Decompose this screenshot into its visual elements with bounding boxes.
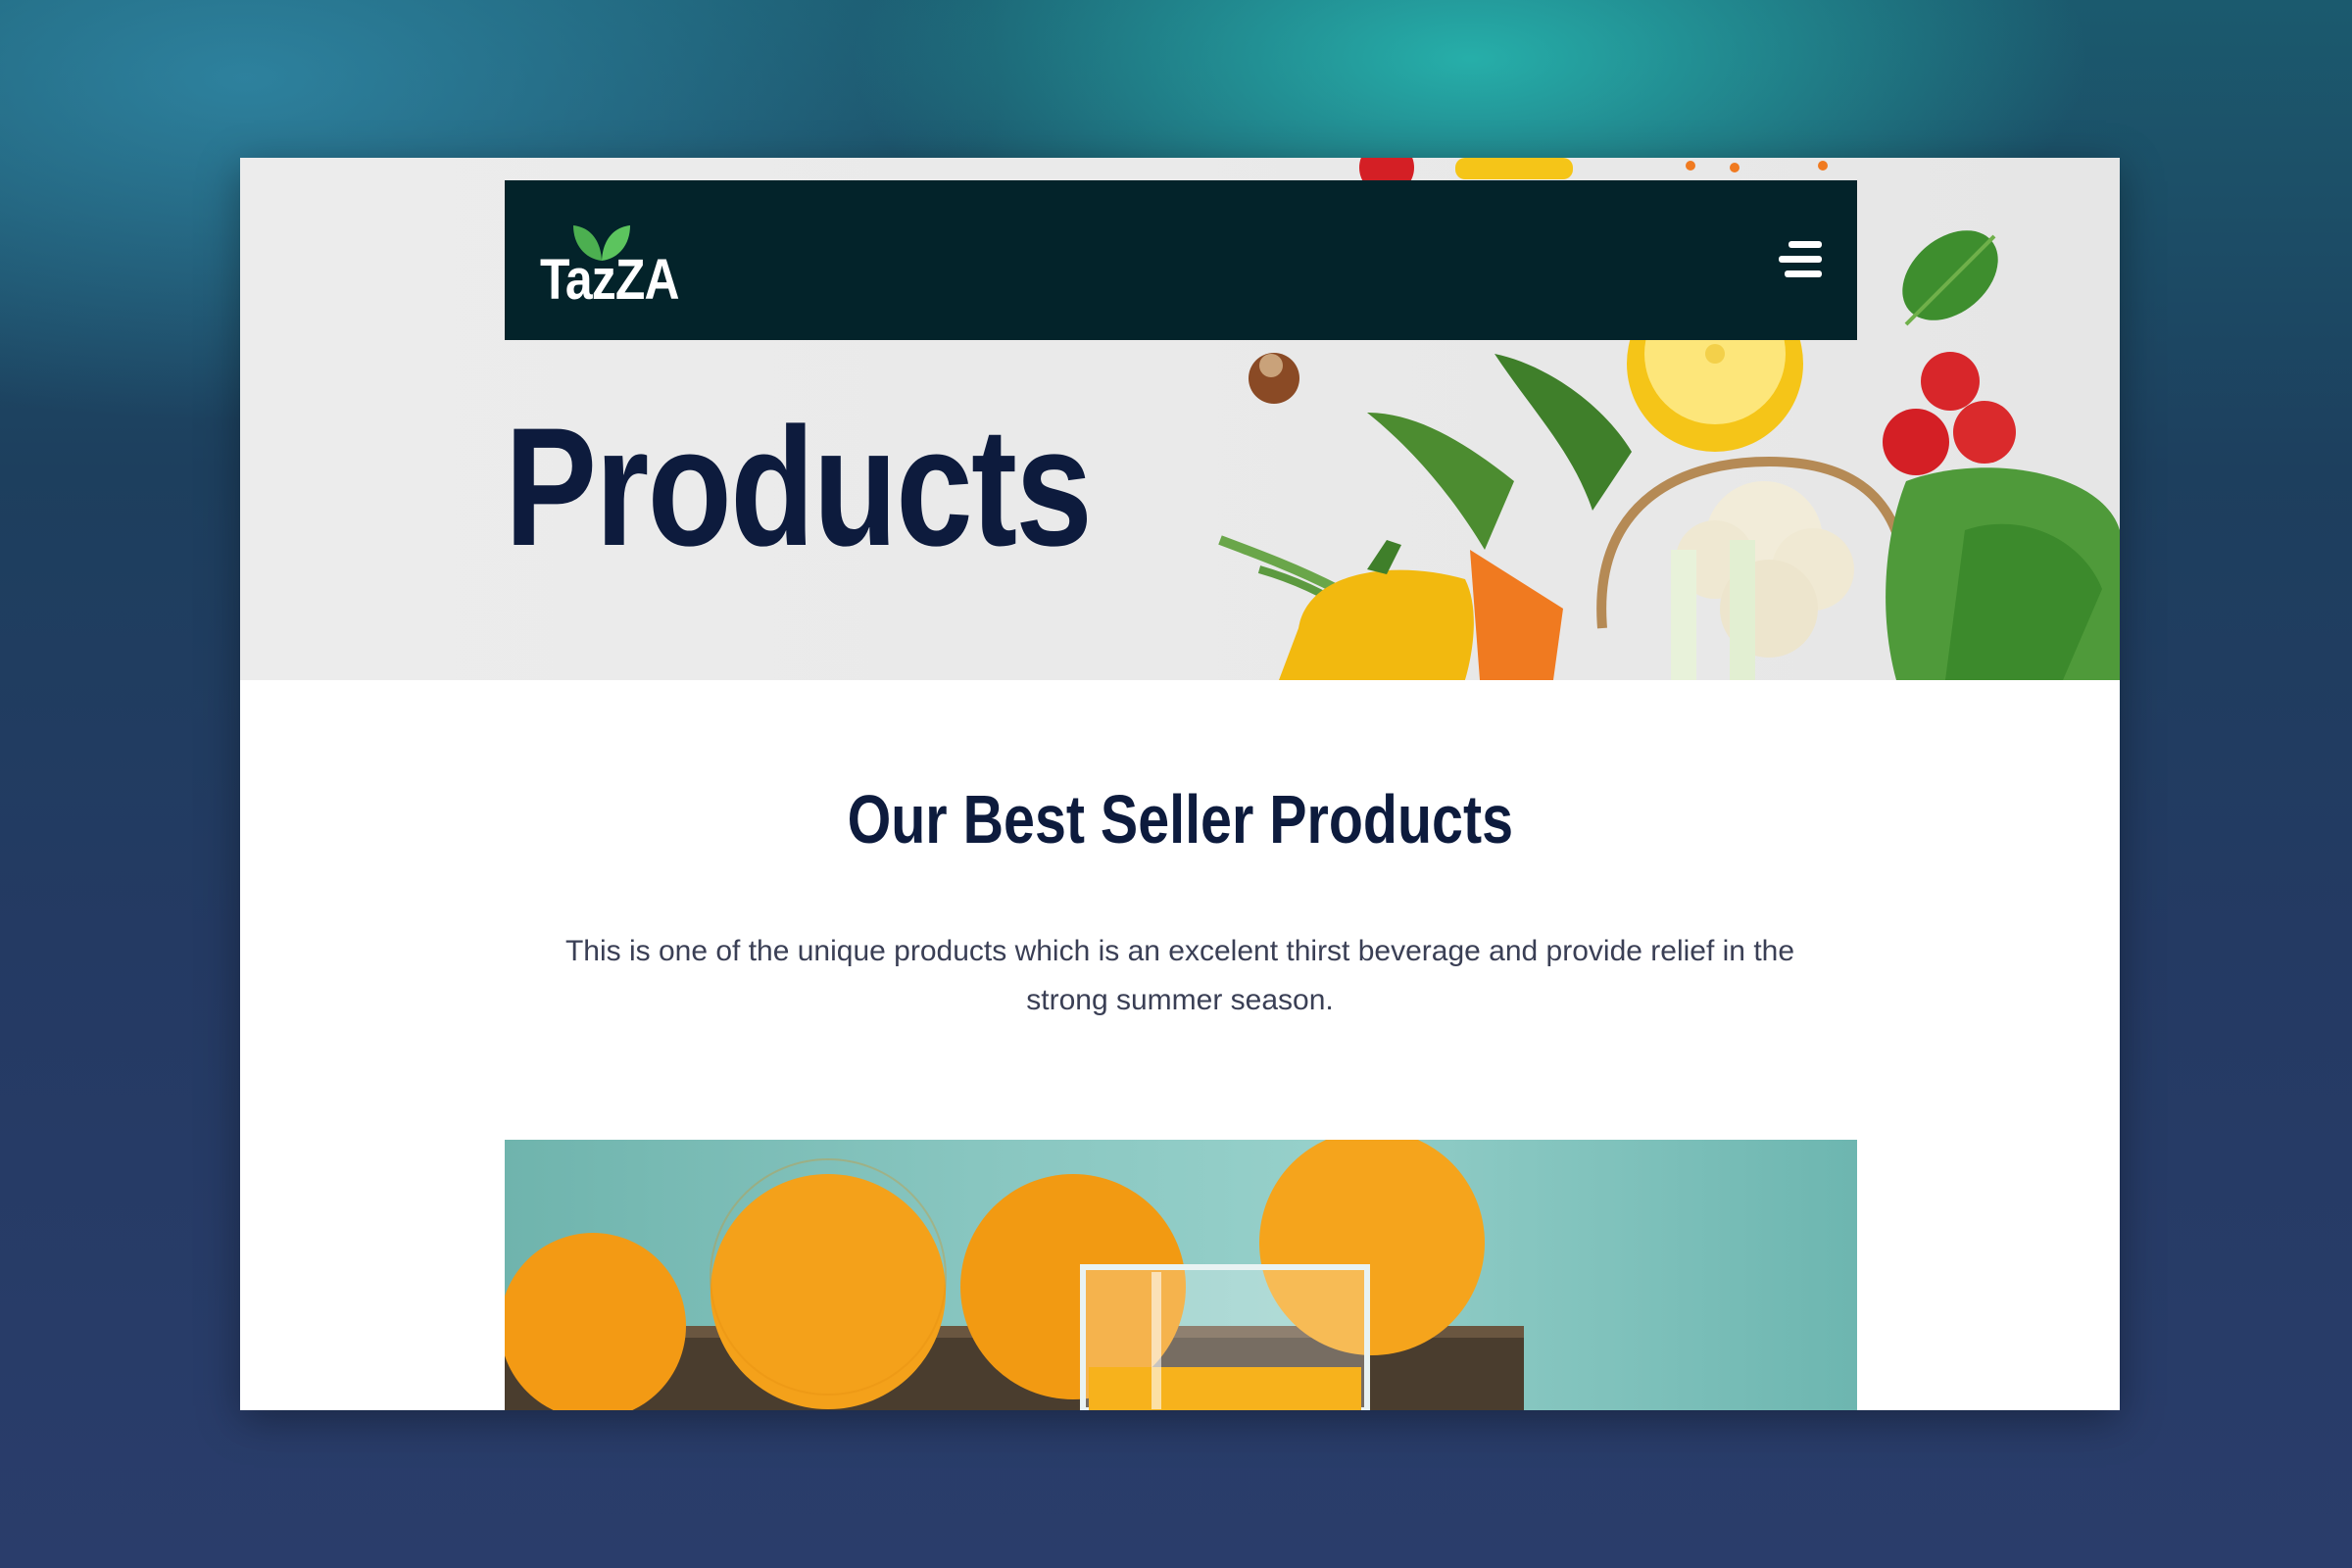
brand-name: TazZA [540,248,680,312]
page-title: Products [505,393,1093,581]
brand-logo[interactable]: TazZA [540,220,697,318]
orange-juice-image [505,1140,1524,1410]
hero-banner: TazZA Products [240,158,2120,680]
top-navbar: TazZA [505,180,1857,340]
section-heading: Our Best Seller Products [240,785,2120,854]
product-image-orange-juice[interactable] [505,1140,1857,1410]
browser-page: TazZA Products Our Best Seller Products … [240,158,2120,1410]
section-heading-text: Our Best Seller Products [847,781,1513,858]
hamburger-menu-icon[interactable] [1779,241,1822,280]
section-description: This is one of the unique products which… [564,935,1795,1016]
